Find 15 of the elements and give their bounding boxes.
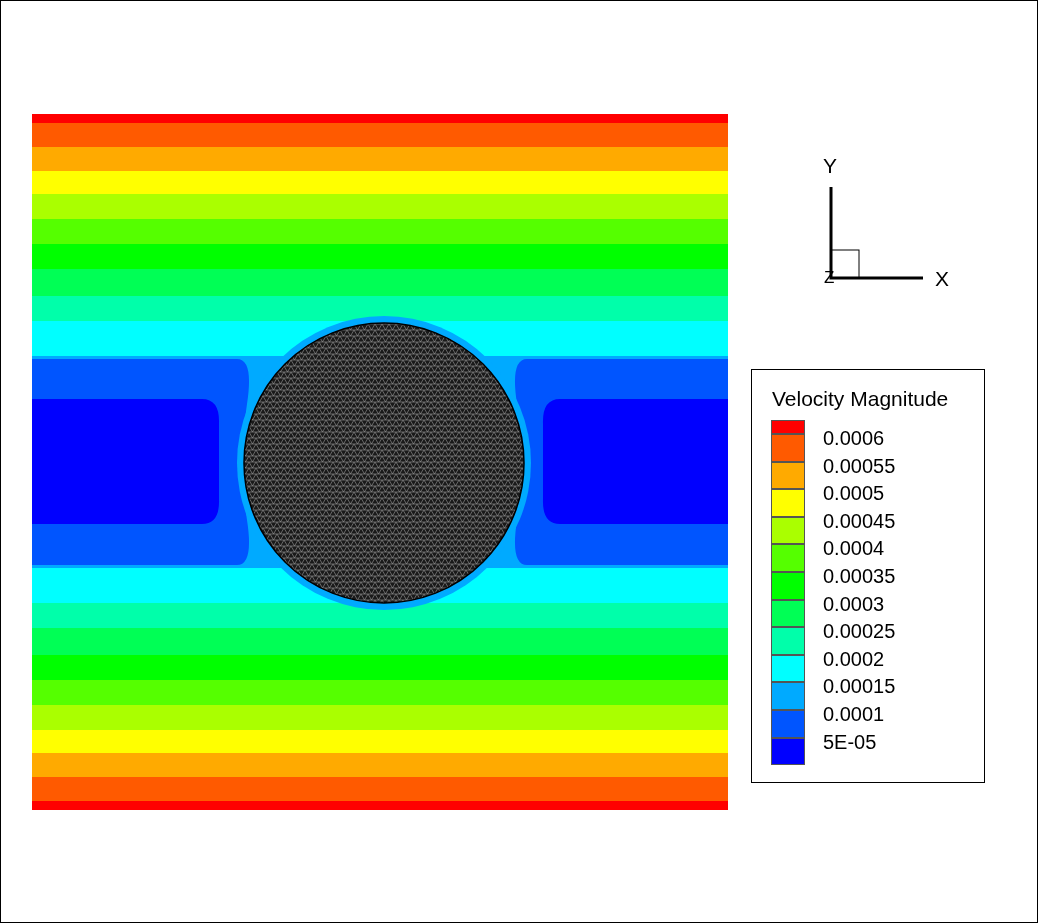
x-axis-label: X [935, 268, 949, 289]
legend-label: 0.0005 [823, 483, 885, 504]
legend-label: 0.0001 [823, 703, 885, 724]
legend-label: 0.00045 [823, 510, 896, 531]
legend-label: 0.00035 [823, 565, 896, 586]
legend-label: 0.00055 [823, 455, 896, 476]
legend-label: 0.0003 [823, 593, 885, 614]
legend-label: 0.0006 [823, 428, 885, 448]
legend-title: Velocity Magnitude [772, 388, 950, 409]
legend-label: 0.00015 [823, 676, 896, 697]
legend-label: 0.00025 [823, 621, 896, 642]
legend-label: 5E-05 [823, 731, 877, 752]
y-axis-label: Y [823, 155, 837, 176]
legend-label: 0.0004 [823, 538, 885, 559]
legend-label: 0.0002 [823, 648, 885, 669]
